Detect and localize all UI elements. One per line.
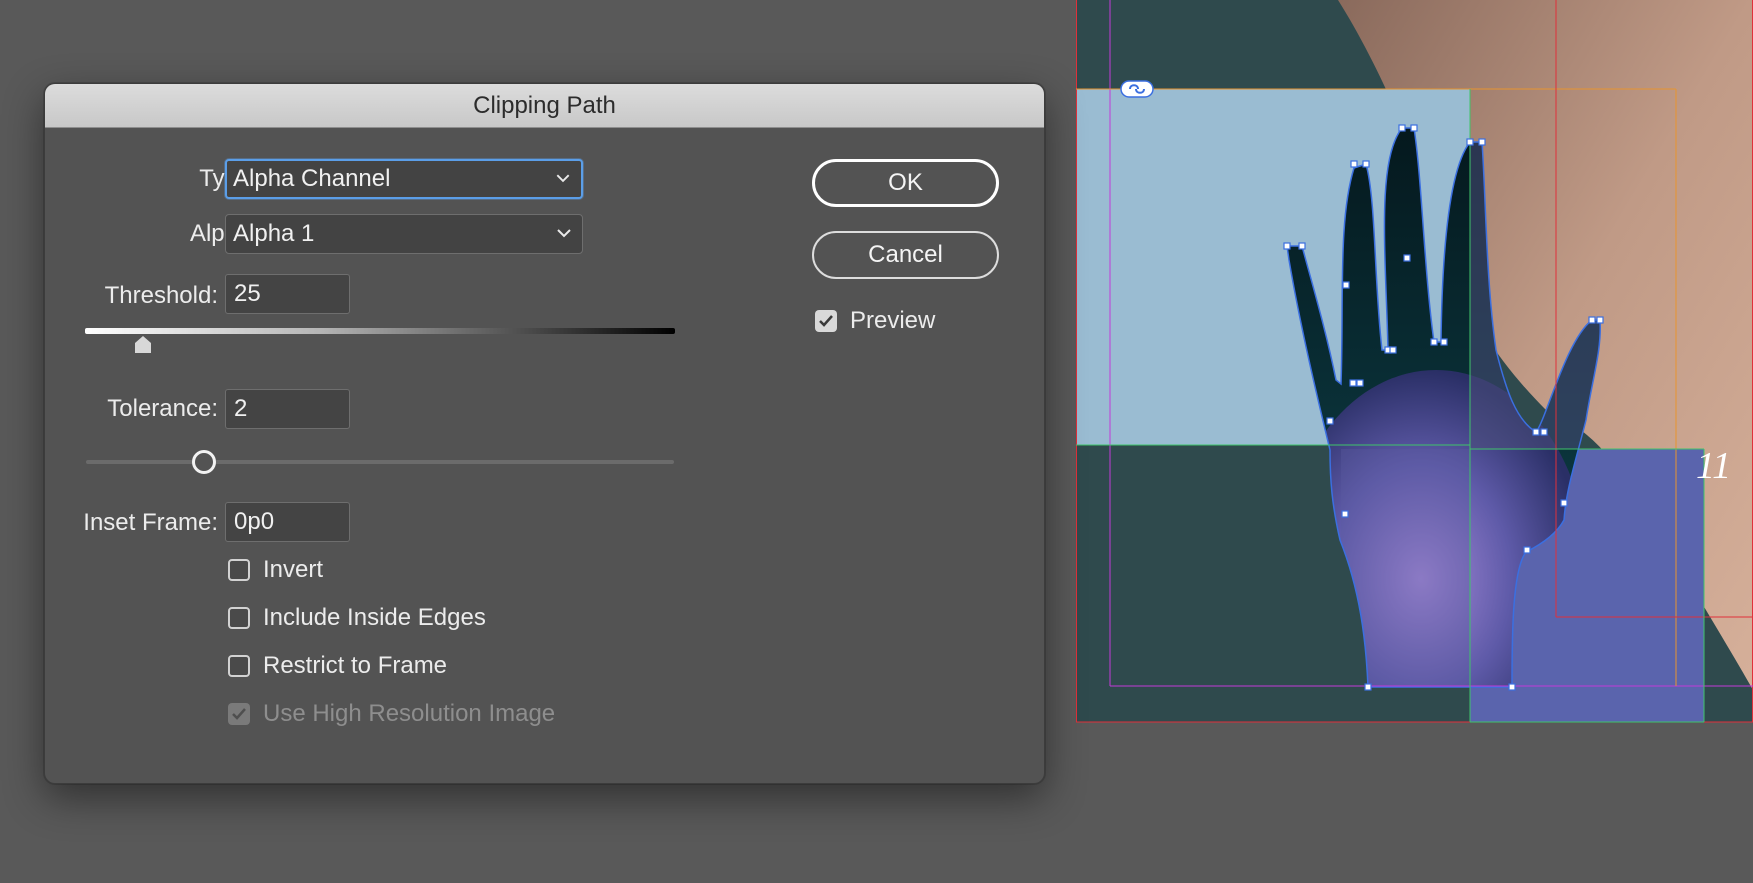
threshold-label: Threshold:	[104, 282, 218, 309]
chevron-down-icon	[557, 229, 571, 238]
page-number: 11	[1696, 445, 1731, 487]
inset-frame-label: Inset Frame:	[83, 509, 218, 536]
ok-button[interactable]: OK	[812, 159, 999, 207]
use-high-resolution-image-label: Use High Resolution Image	[263, 700, 556, 727]
type-select-value: Alpha Channel	[233, 165, 391, 192]
threshold-slider-thumb[interactable]	[134, 336, 152, 354]
canvas-artwork: 11	[1076, 0, 1753, 883]
tolerance-slider-track[interactable]	[86, 460, 674, 464]
dialog-title: Clipping Path	[45, 84, 1044, 128]
cancel-button[interactable]: Cancel	[812, 231, 999, 279]
invert-checkbox[interactable]	[228, 559, 250, 581]
use-high-resolution-image-checkbox	[228, 703, 250, 725]
restrict-to-frame-checkbox[interactable]	[228, 655, 250, 677]
type-select[interactable]: Alpha Channel	[225, 159, 583, 199]
invert-label[interactable]: Invert	[263, 556, 323, 584]
tolerance-field[interactable]: 2	[225, 389, 350, 429]
tolerance-label: Tolerance:	[107, 395, 218, 422]
document-canvas[interactable]: 11	[1076, 0, 1753, 883]
restrict-to-frame-label[interactable]: Restrict to Frame	[263, 652, 447, 680]
threshold-field[interactable]: 25	[225, 274, 350, 314]
checkmark-icon	[819, 315, 833, 327]
link-icon	[1120, 80, 1154, 98]
preview-label[interactable]: Preview	[850, 307, 935, 335]
include-inside-edges-label[interactable]: Include Inside Edges	[263, 604, 486, 632]
tolerance-slider-thumb[interactable]	[191, 450, 216, 474]
alpha-select-value: Alpha 1	[233, 220, 315, 247]
clipping-path-dialog: Clipping Path Type: Alpha Channel Alpha:…	[44, 83, 1045, 784]
checkmark-icon	[232, 708, 246, 720]
threshold-gradient-bar	[85, 328, 675, 334]
alpha-select[interactable]: Alpha 1	[225, 214, 583, 254]
preview-checkbox[interactable]	[815, 310, 837, 332]
chevron-down-icon	[556, 174, 570, 183]
inset-frame-field[interactable]: 0p0	[225, 502, 350, 542]
include-inside-edges-checkbox[interactable]	[228, 607, 250, 629]
